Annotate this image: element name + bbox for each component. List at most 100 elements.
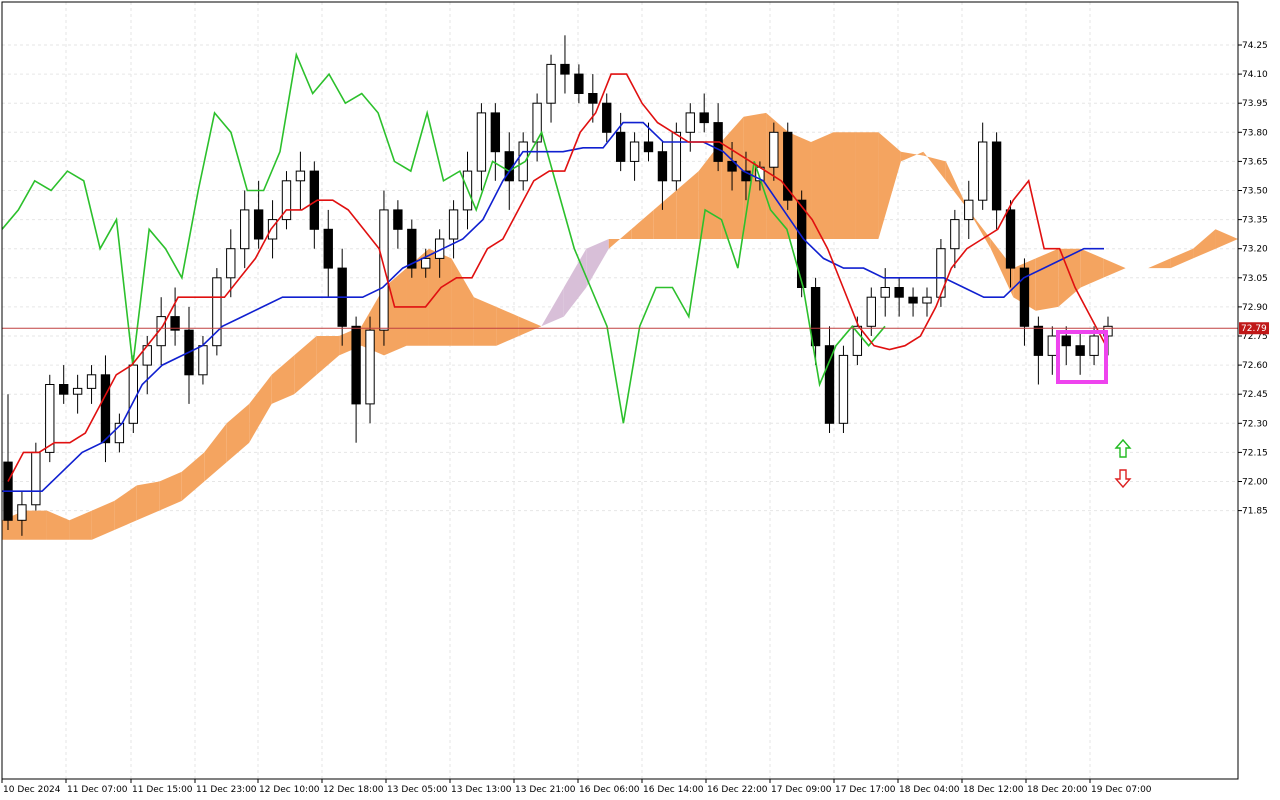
x-tick-label: 11 Dec 15:00 (132, 785, 193, 795)
candle-body-up (978, 141, 988, 201)
candle-body-down (100, 374, 111, 444)
candle-body-up (866, 296, 876, 327)
candle-body-down (1061, 335, 1071, 347)
candle-body-down (657, 151, 668, 182)
x-tick-label: 18 Dec 20:00 (1027, 785, 1088, 795)
candle-body-up (72, 387, 83, 395)
candle-body-down (323, 228, 333, 269)
candle-body-up (295, 170, 306, 182)
cloud-segment-bullish (24, 510, 47, 540)
candle-body-down (59, 384, 69, 395)
candle-body-up (31, 451, 41, 506)
candle-body-up (1089, 335, 1099, 356)
candle-body-down (588, 93, 598, 104)
candle (128, 355, 138, 433)
candle-body-down (1005, 209, 1016, 269)
candle (838, 345, 849, 433)
candle-body-down (908, 296, 918, 304)
candle-body-up (671, 131, 682, 182)
candle-body-up (964, 199, 974, 221)
candle-body-down (824, 345, 835, 424)
y-tick-label: 73.35 (1242, 216, 1268, 226)
x-tick-label: 11 Dec 23:00 (196, 785, 257, 795)
x-tick-label: 17 Dec 17:00 (835, 785, 896, 795)
candle (45, 374, 55, 463)
x-tick-label: 16 Dec 14:00 (643, 785, 704, 795)
candle-body-down (560, 63, 570, 75)
candle-body-down (810, 287, 821, 347)
candle-body-up (379, 209, 389, 331)
candle-body-up (448, 209, 459, 240)
candle-body-down (991, 141, 1002, 211)
candle-body-down (699, 112, 709, 124)
candle-body-up (838, 354, 849, 424)
ichimoku-price-chart[interactable]: 74.25 74.10 73.95 73.80 73.65 73.50 73.35 73.20… (0, 0, 1280, 800)
y-tick-label: 72.45 (1242, 390, 1268, 400)
candle-body-up (629, 141, 640, 162)
x-axis: 10 Dec 2024 11 Dec 07:00 11 Dec 15:00 11 De… (1, 779, 1152, 795)
y-tick-label: 73.80 (1242, 128, 1268, 138)
candle-body-down (393, 209, 403, 230)
candle-body-up (240, 209, 250, 250)
candle-body-down (1075, 345, 1085, 356)
x-tick-label: 16 Dec 06:00 (579, 785, 640, 795)
x-tick-label: 13 Dec 05:00 (387, 785, 448, 795)
candle-body-up (950, 219, 960, 250)
candle-body-up (226, 248, 236, 279)
candle-body-up (128, 364, 138, 424)
candle-body-up (852, 325, 863, 356)
candle (212, 268, 222, 356)
x-tick-label: 10 Dec 2024 (3, 785, 61, 795)
y-tick-label: 73.50 (1242, 187, 1268, 197)
y-tick-label: 72.15 (1242, 448, 1268, 458)
candle-body-down (894, 287, 904, 298)
current-price-label: 72.79 (1241, 324, 1267, 334)
current-price-tag: 72.79 (1239, 322, 1269, 335)
candle-body-down (490, 112, 501, 153)
candle-body-up (421, 257, 431, 269)
candle-body-up (685, 112, 695, 133)
candle-body-up (922, 296, 932, 304)
x-tick-label: 17 Dec 09:00 (771, 785, 832, 795)
x-tick-label: 19 Dec 07:00 (1091, 785, 1152, 795)
x-tick-label: 18 Dec 04:00 (899, 785, 960, 795)
candle-body-up (476, 112, 487, 172)
candle-body-up (17, 504, 27, 521)
candle-body-up (198, 345, 208, 376)
x-tick-label: 13 Dec 13:00 (451, 785, 512, 795)
y-tick-label: 71.85 (1242, 507, 1268, 517)
candle-body-down (643, 141, 654, 153)
candle-body-up (880, 287, 890, 298)
x-tick-label: 16 Dec 22:00 (707, 785, 768, 795)
y-tick-label: 74.10 (1242, 70, 1268, 80)
candle-body-up (45, 384, 55, 453)
candle-body-up (1047, 335, 1057, 356)
candle-body-up (936, 248, 946, 298)
candle-body-up (546, 63, 556, 104)
candle (783, 122, 793, 210)
y-tick-label: 72.00 (1242, 478, 1268, 488)
candle-body-up (769, 131, 779, 168)
cloud-segment-bullish (833, 132, 856, 239)
y-tick-label: 73.05 (1242, 274, 1268, 284)
y-axis: 74.25 74.10 73.95 73.80 73.65 73.50 73.35 73.20… (1238, 41, 1268, 517)
candle-body-up (365, 329, 375, 405)
y-tick-label: 73.20 (1242, 245, 1268, 255)
x-tick-label: 18 Dec 12:00 (963, 785, 1024, 795)
x-tick-label: 12 Dec 18:00 (323, 785, 384, 795)
candle-body-down (615, 131, 626, 162)
candle-body-down (351, 325, 361, 405)
candle-body-down (602, 102, 612, 133)
candle-body-down (574, 73, 584, 94)
x-tick-label: 12 Dec 10:00 (259, 785, 320, 795)
plot-background (2, 2, 1238, 779)
y-tick-label: 72.90 (1242, 303, 1268, 313)
y-tick-label: 73.95 (1242, 99, 1268, 109)
candle-body-down (253, 209, 264, 240)
candle-body-up (86, 374, 97, 389)
candle (936, 239, 946, 307)
y-tick-label: 72.30 (1242, 419, 1268, 429)
candle-body-down (1033, 325, 1044, 356)
cloud-segment-bullish (1035, 248, 1059, 311)
y-tick-label: 74.25 (1242, 41, 1268, 51)
